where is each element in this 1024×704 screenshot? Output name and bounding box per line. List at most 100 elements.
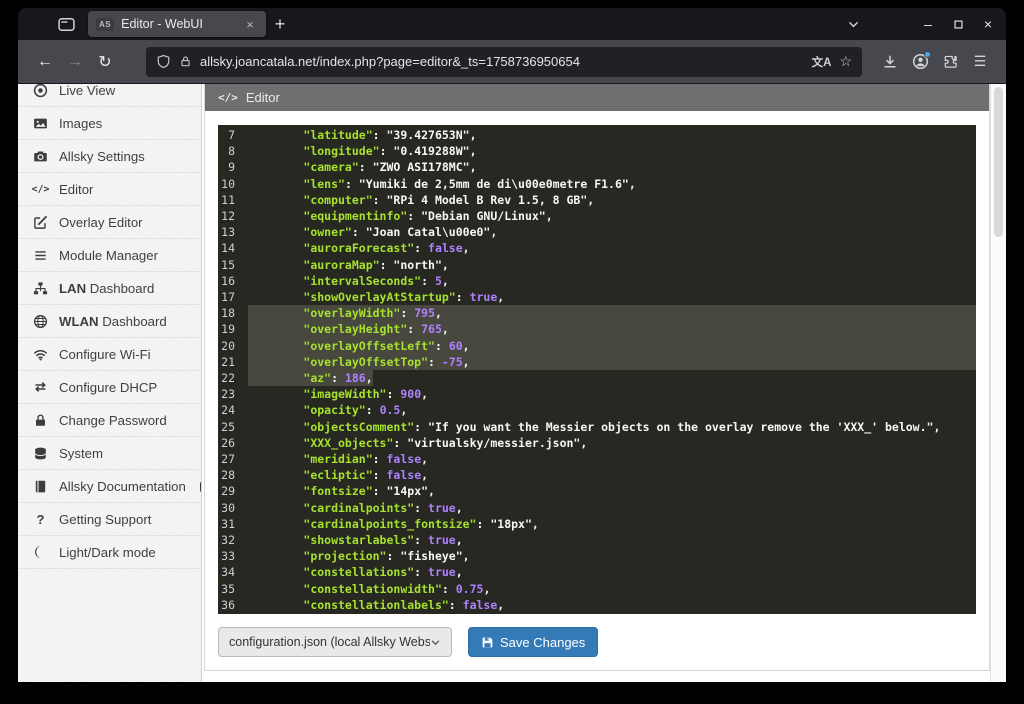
line-number: 7 [218, 127, 248, 143]
save-changes-button[interactable]: Save Changes [468, 627, 598, 657]
network-icon [31, 281, 50, 296]
image-icon [31, 116, 50, 131]
code-line[interactable]: 25 "objectsComment": "If you want the Me… [218, 419, 976, 435]
reload-icon[interactable]: ↻ [90, 47, 120, 77]
line-number: 33 [218, 548, 248, 564]
file-select[interactable]: configuration.json (local Allsky Website… [218, 627, 452, 657]
code-line[interactable]: 36 "constellationlabels": false, [218, 597, 976, 613]
account-icon[interactable] [906, 47, 934, 77]
code-line[interactable]: 14 "auroraForecast": false, [218, 240, 976, 256]
sidebar-item-lan-dashboard[interactable]: LAN Dashboard [18, 272, 201, 305]
code-line[interactable]: 22 "az": 186, [218, 370, 976, 386]
code-line[interactable]: 34 "constellations": true, [218, 564, 976, 580]
code-line[interactable]: 20 "overlayOffsetLeft": 60, [218, 338, 976, 354]
main-area: </> Editor 7 "latitude": "39.427653N",8 … [202, 84, 1006, 682]
line-number: 30 [218, 500, 248, 516]
extensions-icon[interactable] [936, 47, 964, 77]
code-line[interactable]: 29 "fontsize": "14px", [218, 483, 976, 499]
server-icon [31, 446, 50, 461]
forward-icon[interactable]: → [60, 47, 90, 77]
firefox-view-icon[interactable] [52, 11, 80, 37]
sidebar-item-allsky-settings[interactable]: Allsky Settings [18, 140, 201, 173]
sidebar-item-label: System [59, 446, 103, 461]
code-line[interactable]: 18 "overlayWidth": 795, [218, 305, 976, 321]
code-line[interactable]: 21 "overlayOffsetTop": -75, [218, 354, 976, 370]
lock-icon[interactable] [179, 55, 192, 68]
minimize-button[interactable]: – [916, 12, 940, 36]
back-icon[interactable]: ← [30, 47, 60, 77]
code-line-text: "opacity": 0.5, [248, 402, 976, 418]
code-line[interactable]: 24 "opacity": 0.5, [218, 402, 976, 418]
code-line[interactable]: 32 "showstarlabels": true, [218, 532, 976, 548]
bookmark-star-icon[interactable]: ☆ [839, 53, 852, 70]
sidebar-item-configure-wi-fi[interactable]: Configure Wi-Fi [18, 338, 201, 371]
line-number: 12 [218, 208, 248, 224]
code-line[interactable]: 30 "cardinalpoints": true, [218, 500, 976, 516]
code-line[interactable]: 12 "equipmentinfo": "Debian GNU/Linux", [218, 208, 976, 224]
page-scrollbar-thumb[interactable] [994, 87, 1003, 237]
code-line[interactable]: 11 "computer": "RPi 4 Model B Rev 1.5, 8… [218, 192, 976, 208]
code-line-text: "XXX_objects": "virtualsky/messier.json"… [248, 435, 976, 451]
sidebar-item-module-manager[interactable]: Module Manager [18, 239, 201, 272]
save-icon [481, 636, 494, 649]
code-line[interactable]: 13 "owner": "Joan Catal\u00e0", [218, 224, 976, 240]
sidebar-item-configure-dhcp[interactable]: ⇄Configure DHCP [18, 371, 201, 404]
code-line-text: "showOverlayAtStartup": true, [248, 289, 976, 305]
code-line[interactable]: 10 "lens": "Yumiki de 2,5mm de di\u00e0m… [218, 176, 976, 192]
code-editor[interactable]: 7 "latitude": "39.427653N",8 "longitude"… [218, 125, 976, 614]
maximize-button[interactable] [946, 12, 970, 36]
close-button[interactable]: × [976, 12, 1000, 36]
code-line[interactable]: 26 "XXX_objects": "virtualsky/messier.js… [218, 435, 976, 451]
translate-icon[interactable]: 文A [812, 54, 832, 70]
line-number: 20 [218, 338, 248, 354]
code-line[interactable]: 7 "latitude": "39.427653N", [218, 127, 976, 143]
code-line[interactable]: 31 "cardinalpoints_fontsize": "18px", [218, 516, 976, 532]
url-bar[interactable]: allsky.joancatala.net/index.php?page=edi… [146, 47, 862, 77]
line-number: 16 [218, 273, 248, 289]
sidebar-item-change-password[interactable]: Change Password [18, 404, 201, 437]
browser-tab-active[interactable]: AS Editor - WebUI × [88, 11, 266, 37]
line-number: 35 [218, 581, 248, 597]
code-line[interactable]: 15 "auroraMap": "north", [218, 257, 976, 273]
sidebar-item-wlan-dashboard[interactable]: WLAN Dashboard [18, 305, 201, 338]
code-line[interactable]: 23 "imageWidth": 900, [218, 386, 976, 402]
code-line[interactable]: 27 "meridian": false, [218, 451, 976, 467]
line-number: 13 [218, 224, 248, 240]
account-notification-dot [924, 51, 931, 58]
code-line[interactable]: 17 "showOverlayAtStartup": true, [218, 289, 976, 305]
code-line-text: "meridian": false, [248, 451, 976, 467]
sidebar-item-light-dark-mode[interactable]: Light/Dark mode [18, 536, 201, 569]
code-line[interactable]: 9 "camera": "ZWO ASI178MC", [218, 159, 976, 175]
download-icon[interactable] [876, 47, 904, 77]
new-tab-button[interactable]: + [266, 11, 294, 37]
sidebar-item-label: Getting Support [59, 512, 151, 527]
code-line[interactable]: 19 "overlayHeight": 765, [218, 321, 976, 337]
sidebar-item-label: Configure Wi-Fi [59, 347, 151, 362]
url-text[interactable]: allsky.joancatala.net/index.php?page=edi… [200, 54, 804, 69]
code-line[interactable]: 8 "longitude": "0.419288W", [218, 143, 976, 159]
code-line-text: "objectsComment": "If you want the Messi… [248, 419, 976, 435]
sidebar-item-images[interactable]: Images [18, 107, 201, 140]
sidebar-item-getting-support[interactable]: ?Getting Support [18, 503, 201, 536]
sidebar-item-editor[interactable]: </>Editor [18, 173, 201, 206]
line-number: 10 [218, 176, 248, 192]
tab-close-icon[interactable]: × [242, 17, 258, 32]
editor-card-body: 7 "latitude": "39.427653N",8 "longitude"… [205, 111, 989, 670]
list-all-tabs-chevron-icon[interactable] [840, 11, 866, 37]
page-scrollbar[interactable] [990, 84, 1006, 682]
sidebar-item-overlay-editor[interactable]: Overlay Editor [18, 206, 201, 239]
shield-icon[interactable] [156, 54, 171, 69]
sidebar-item-system[interactable]: System [18, 437, 201, 470]
sidebar-item-allsky-documentation[interactable]: Allsky Documentation [18, 470, 201, 503]
code-line[interactable]: 35 "constellationwidth": 0.75, [218, 581, 976, 597]
file-select-value: configuration.json (local Allsky Website… [229, 635, 430, 649]
sidebar-item-live-view[interactable]: Live View [18, 84, 201, 107]
code-line-text: "overlayOffsetTop": -75, [248, 354, 976, 370]
code-line-text: "overlayHeight": 765, [248, 321, 976, 337]
code-line[interactable]: 16 "intervalSeconds": 5, [218, 273, 976, 289]
browser-window: AS Editor - WebUI × + – × ← → ↻ [18, 8, 1006, 682]
code-line-text: "auroraMap": "north", [248, 257, 976, 273]
code-line[interactable]: 33 "projection": "fisheye", [218, 548, 976, 564]
code-line[interactable]: 28 "ecliptic": false, [218, 467, 976, 483]
menu-icon[interactable]: ☰ [966, 47, 994, 77]
